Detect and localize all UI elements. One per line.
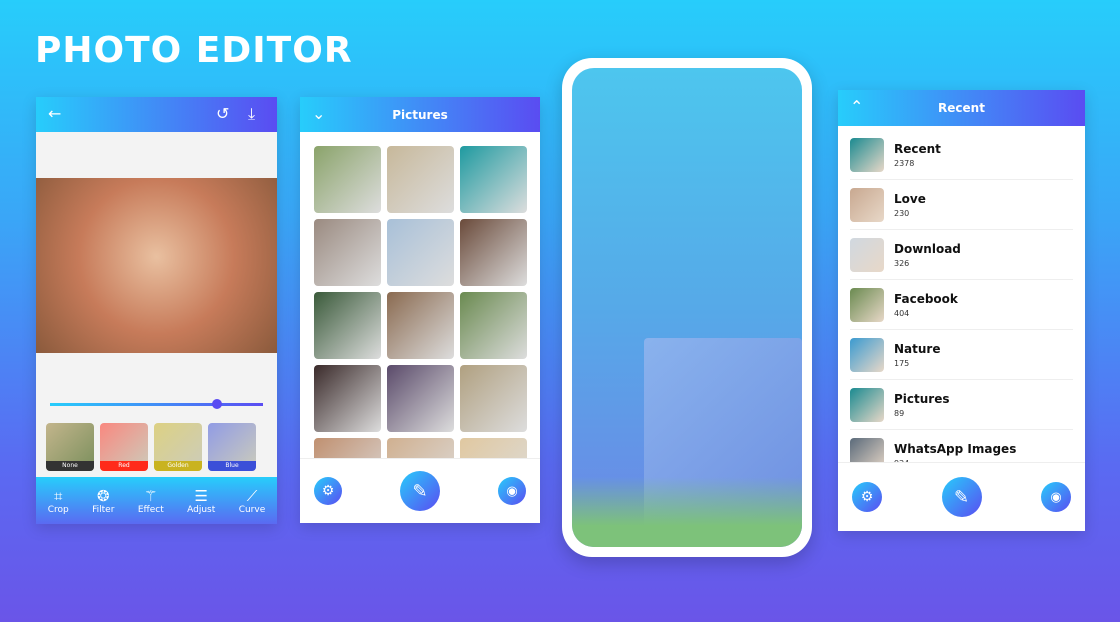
album-item[interactable]: Download 326 [850,230,1073,280]
recent-title: Recent [938,101,985,115]
photo-thumbnail[interactable] [314,146,381,213]
filter-label: Red [100,461,148,471]
app-title: PHOTO EDITOR [35,30,353,71]
edit-button[interactable]: ✎ [941,477,982,517]
curve-icon: ⟋ [246,486,258,505]
chevron-up-icon[interactable]: ⌃ [850,97,863,116]
photo-thumbnail[interactable] [460,146,527,213]
pictures-header: ⌄ Pictures [300,97,540,132]
album-name: Facebook [894,291,958,306]
intensity-slider[interactable] [50,399,263,409]
photo-thumbnail[interactable] [460,219,527,286]
bottom-bar: ⚙ ✎ ◉ [838,462,1085,531]
album-thumbnail [850,287,884,322]
album-item[interactable]: Nature 175 [850,330,1073,380]
filter-label: Golden [154,461,202,471]
photo-thumbnail[interactable] [314,219,381,286]
editor-toolbar: ⌗ Crop ❂ Filter ⚚ Effect ☰ Adjust ⟋ Curve [36,477,277,524]
recent-header: ⌃ Recent [838,90,1085,126]
photo-thumbnail[interactable] [314,292,381,359]
tool-adjust[interactable]: ☰ Adjust [187,487,215,515]
camera-button[interactable]: ◉ [498,477,526,505]
filter-thumb-blue[interactable]: Blue [208,423,256,471]
filter-thumb-golden[interactable]: Golden [154,423,202,471]
photo-thumbnail[interactable] [314,365,381,432]
album-count: 230 [894,208,910,218]
photo-thumbnail[interactable] [387,292,454,359]
pictures-title: Pictures [392,107,448,122]
photo-thumbnail[interactable] [460,292,527,359]
album-name: Recent [894,141,941,156]
album-list: Recent 2378 Love 230 Download 326 Facebook 404 N… [838,126,1085,462]
tool-label: Effect [137,504,164,515]
album-thumbnail [850,337,884,372]
album-count: 2378 [894,158,915,168]
settings-button[interactable]: ⚙ [314,477,342,505]
photo-thumbnail[interactable] [460,365,527,432]
flowers-image [572,477,802,547]
pictures-screen: ⌄ Pictures ⚙ ✎ ◉ [300,97,540,523]
back-arrow-icon[interactable]: ← [48,104,61,123]
album-thumbnail [850,137,884,172]
tool-label: Adjust [187,504,216,515]
editor-header: ← ↺ ⤓ [36,97,277,132]
bottom-bar: ⚙ ✎ ◉ [300,458,540,523]
filter-label: Blue [208,461,256,471]
tool-filter[interactable]: ❂ Filter [92,487,114,515]
album-item[interactable]: Love 230 [850,180,1073,230]
recent-screen: ⌃ Recent Recent 2378 Love 230 Download 326 Fac… [838,90,1085,531]
tool-crop[interactable]: ⌗ Crop [48,487,69,515]
edit-button[interactable]: ✎ [400,471,440,511]
settings-button[interactable]: ⚙ [852,482,882,512]
chevron-down-icon[interactable]: ⌄ [312,104,325,123]
album-thumbnail [850,437,884,462]
album-item[interactable]: Facebook 404 [850,280,1073,330]
slider-thumb[interactable] [211,399,222,409]
album-count: 89 [894,408,905,418]
album-item[interactable]: Pictures 89 [850,380,1073,430]
album-count: 404 [894,308,910,318]
album-name: Nature [894,341,941,356]
sliders-icon: ☰ [194,486,208,505]
album-item[interactable]: WhatsApp Images924 [850,430,1073,462]
crop-icon: ⌗ [53,486,63,505]
edit-photo [36,178,277,353]
album-name: Download [894,241,961,256]
tool-curve[interactable]: ⟋ Curve [239,487,266,515]
phone-mockup [562,58,812,557]
album-name: WhatsApp Images [894,441,1017,456]
album-item[interactable]: Recent 2378 [850,130,1073,180]
download-icon[interactable]: ⤓ [248,104,255,124]
album-thumbnail [850,387,884,422]
tool-label: Crop [47,504,69,515]
album-count: 326 [894,258,910,268]
photo-thumbnail[interactable] [387,219,454,286]
album-thumbnail [850,237,884,272]
reset-icon[interactable]: ↺ [216,104,229,123]
filter-label: None [46,461,94,471]
album-count: 175 [894,358,910,368]
collage-screen [572,68,802,547]
tool-label: Curve [238,504,266,515]
filter-thumb-none[interactable]: None [46,423,94,471]
album-thumbnail [850,187,884,222]
tool-label: Filter [92,504,115,515]
magic-wand-icon: ⚚ [144,486,158,505]
camera-button[interactable]: ◉ [1041,482,1071,512]
photo-thumbnail[interactable] [387,365,454,432]
photo-thumbnail[interactable] [387,146,454,213]
filter-thumb-red[interactable]: Red [100,423,148,471]
filter-icon: ❂ [96,486,110,505]
album-name: Love [894,191,926,206]
tool-effect[interactable]: ⚚ Effect [138,487,164,515]
album-name: Pictures [894,391,950,406]
